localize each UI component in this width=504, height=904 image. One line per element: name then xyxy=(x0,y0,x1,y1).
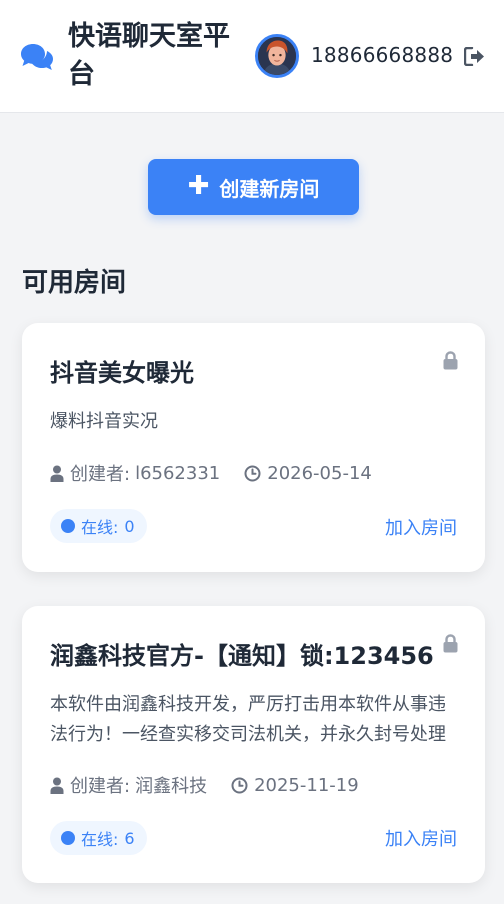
date-text: 2025-11-19 xyxy=(254,774,359,796)
sign-out-icon[interactable] xyxy=(464,47,485,66)
room-card: 润鑫科技官方-【通知】锁:123456 本软件由润鑫科技开发，严厉打击用本软件从… xyxy=(22,606,485,883)
app-title: 快语聊天室平台 xyxy=(68,21,230,90)
create-room-label: 创建新房间 xyxy=(219,176,320,201)
online-label: 在线: xyxy=(81,518,119,537)
top-header: 快语聊天室平台 18866668888 xyxy=(0,0,504,113)
creator-label: 创建者: xyxy=(70,776,131,797)
section-title: 可用房间 xyxy=(22,268,127,298)
clock-icon xyxy=(231,777,248,793)
online-status-badge: 在线: 6 xyxy=(50,821,147,855)
avatar[interactable] xyxy=(255,34,299,78)
room-meta: 创建者: 润鑫科技 2025-11-19 xyxy=(50,772,359,798)
join-room-button[interactable]: 加入房间 xyxy=(385,514,457,540)
room-card: 抖音美女曝光 爆料抖音实况 创建者: l6562331 2026-05-14 在… xyxy=(22,323,485,572)
user-icon xyxy=(50,465,64,482)
create-room-button[interactable]: ✚ 创建新房间 xyxy=(148,159,359,215)
room-description: 爆料抖音实况 xyxy=(50,411,158,432)
room-name: 抖音美女曝光 xyxy=(50,359,194,387)
user-icon xyxy=(50,777,64,794)
avatar-image xyxy=(258,37,296,75)
online-count: 0 xyxy=(124,516,135,536)
online-label: 在线: xyxy=(81,830,119,849)
room-name: 润鑫科技官方-【通知】锁:123456 xyxy=(50,642,434,670)
online-dot-icon xyxy=(61,519,75,533)
online-count: 6 xyxy=(124,828,135,848)
join-room-button[interactable]: 加入房间 xyxy=(385,825,457,851)
date-text: 2026-05-14 xyxy=(267,462,372,484)
lock-icon xyxy=(443,634,458,653)
creator-label: 创建者: xyxy=(70,464,131,485)
created-date: 2026-05-14 xyxy=(244,463,372,484)
room-meta: 创建者: l6562331 2026-05-14 xyxy=(50,460,372,486)
room-description: 本软件由润鑫科技开发，严厉打击用本软件从事违法行为！一经查实移交司法机关，并永久… xyxy=(50,694,446,745)
comments-icon xyxy=(21,44,53,70)
lock-icon xyxy=(443,351,458,370)
creator-name: 润鑫科技 xyxy=(135,776,208,797)
creator-name: l6562331 xyxy=(135,462,221,484)
online-status-badge: 在线: 0 xyxy=(50,509,147,543)
online-dot-icon xyxy=(61,831,75,845)
created-date: 2025-11-19 xyxy=(231,775,359,796)
clock-icon xyxy=(244,465,261,481)
plus-icon: ✚ xyxy=(187,170,210,201)
user-phone: 18866668888 xyxy=(311,43,454,67)
